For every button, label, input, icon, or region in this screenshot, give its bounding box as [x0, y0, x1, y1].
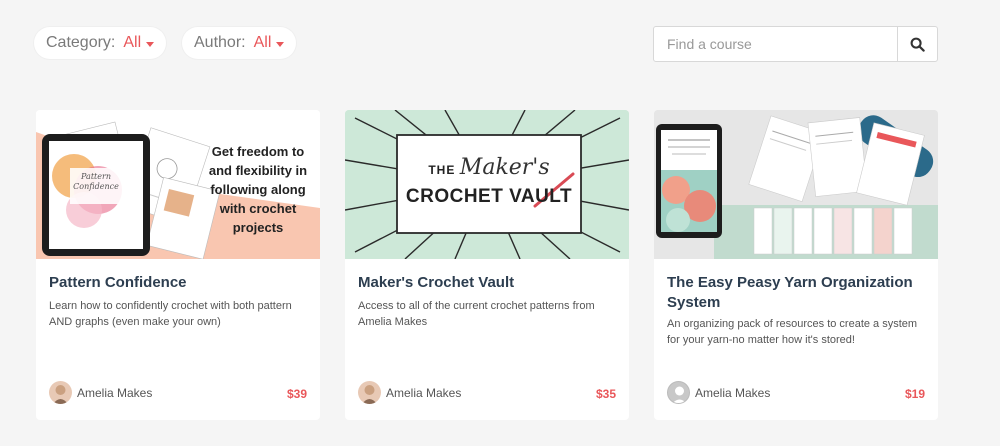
- search-input[interactable]: [654, 27, 897, 61]
- course-description: Learn how to confidently crochet with bo…: [49, 300, 292, 328]
- course-author: Amelia Makes: [358, 381, 461, 404]
- author-name: Amelia Makes: [77, 385, 153, 400]
- thumbnail-tablet-title: Pattern Confidence: [73, 172, 119, 191]
- course-title[interactable]: The Easy Peasy Yarn Organization System: [667, 273, 927, 313]
- author-filter-value[interactable]: All: [254, 34, 272, 52]
- search-icon: [910, 37, 925, 52]
- course-price: $19: [904, 387, 925, 401]
- thumbnail-headline: Get freedom to and flexibility in follow…: [208, 144, 308, 235]
- course-thumbnail[interactable]: Pattern Confidence Get freedom to and fl…: [36, 110, 320, 259]
- avatar: [358, 381, 381, 404]
- thumbnail-artwork: [345, 110, 629, 259]
- category-filter-value[interactable]: All: [123, 34, 141, 52]
- caret-down-icon[interactable]: [276, 41, 285, 47]
- thumbnail-vault-line2: CROCHET VAULT: [405, 186, 573, 207]
- author-name: Amelia Makes: [695, 385, 771, 400]
- course-card-pattern-confidence[interactable]: Pattern Confidence Get freedom to and fl…: [36, 110, 320, 420]
- course-description: An organizing pack of resources to creat…: [667, 318, 918, 346]
- category-filter-label: Category:: [46, 34, 116, 51]
- course-price: $39: [286, 387, 307, 401]
- course-author: Amelia Makes: [667, 381, 770, 404]
- avatar: [49, 381, 72, 404]
- author-filter-label: Author:: [194, 34, 246, 51]
- course-card-yarn-organization[interactable]: The Easy Peasy Yarn Organization System …: [654, 110, 938, 420]
- course-price: $35: [595, 387, 616, 401]
- search-button[interactable]: [897, 27, 937, 61]
- author-name: Amelia Makes: [386, 385, 462, 400]
- course-author: Amelia Makes: [49, 381, 152, 404]
- thumbnail-vault-makers: Maker's: [459, 155, 550, 180]
- category-filter[interactable]: Category: All: [34, 27, 167, 59]
- thumbnail-vault-the: THE: [428, 163, 456, 177]
- course-title[interactable]: Maker's Crochet Vault: [358, 273, 618, 293]
- course-title[interactable]: Pattern Confidence: [49, 273, 309, 293]
- course-card-crochet-vault[interactable]: THE Maker's CROCHET VAULT Maker's Croche…: [345, 110, 629, 420]
- avatar: [667, 381, 690, 404]
- caret-down-icon[interactable]: [146, 41, 155, 47]
- course-description: Access to all of the current crochet pat…: [358, 300, 595, 328]
- thumbnail-artwork: [654, 110, 938, 259]
- author-filter[interactable]: Author: All: [182, 27, 297, 59]
- course-thumbnail[interactable]: THE Maker's CROCHET VAULT: [345, 110, 629, 259]
- course-thumbnail[interactable]: [654, 110, 938, 259]
- thumbnail-vault-line1: THE Maker's: [397, 156, 581, 182]
- course-search: [653, 26, 938, 62]
